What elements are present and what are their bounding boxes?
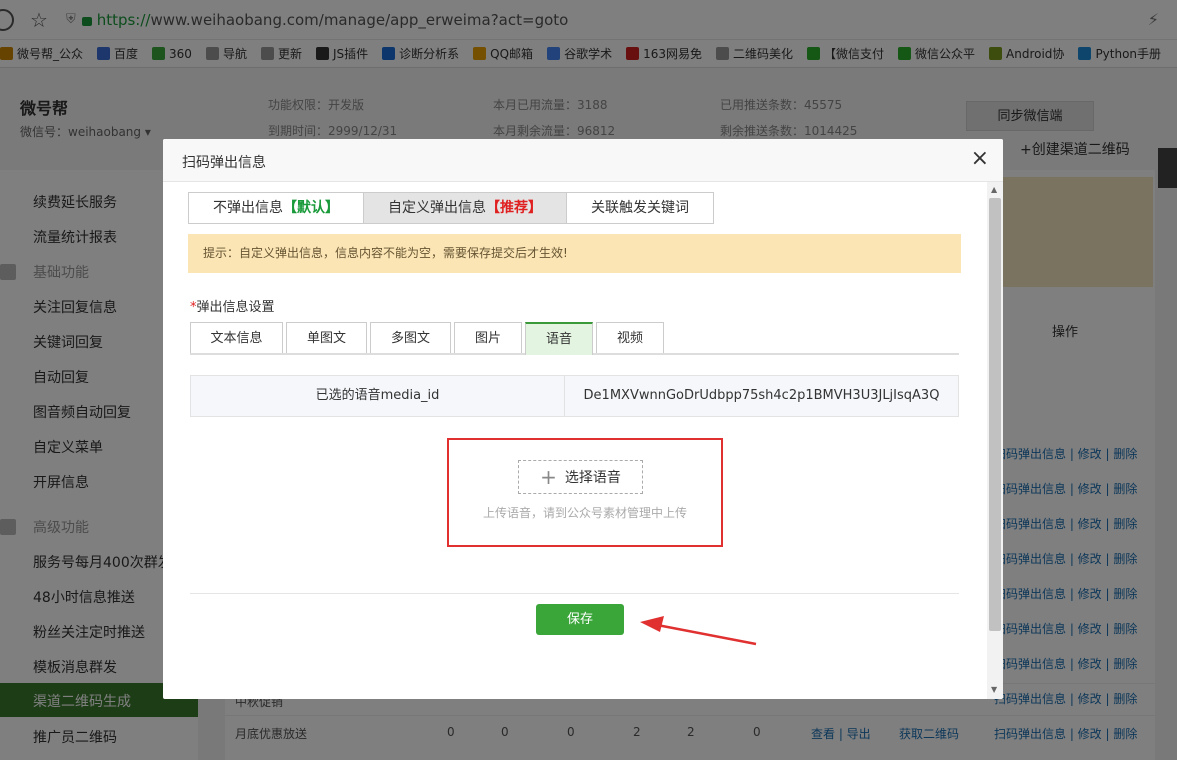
- tab-voice[interactable]: 语音: [525, 322, 593, 355]
- dialog-body: 不弹出信息【默认】 自定义弹出信息【推荐】 关联触发关键词 提示：自定义弹出信息…: [163, 182, 987, 699]
- scroll-down-icon[interactable]: ▼: [991, 685, 997, 694]
- dialog-title: 扫码弹出信息: [182, 155, 266, 171]
- media-id-value: De1MXVwnnGoDrUdbpp75sh4c2p1BMVH3U3JLjIsq…: [583, 388, 940, 403]
- message-type-tabs: 文本信息 单图文 多图文 图片 语音 视频: [190, 322, 959, 355]
- media-id-table: 已选的语音media_id De1MXVwnnGoDrUdbpp75sh4c2p…: [190, 375, 959, 417]
- tab-text[interactable]: 文本信息: [190, 322, 283, 353]
- tip-banner: 提示：自定义弹出信息，信息内容不能为空，需要保存提交后才生效!: [188, 234, 961, 273]
- tab-video[interactable]: 视频: [596, 322, 664, 353]
- tab-no-popup[interactable]: 不弹出信息【默认】: [189, 193, 364, 223]
- tab-multi-article[interactable]: 多图文: [370, 322, 451, 353]
- screen: ☆ ⛨ https://www.weihaobang.com/manage/ap…: [0, 0, 1177, 760]
- tab-linked-keyword[interactable]: 关联触发关键词: [567, 193, 713, 223]
- highlight-box: + 选择语音 上传语音，请到公众号素材管理中上传: [447, 438, 723, 547]
- dialog-scrollbar[interactable]: ▲ ▼: [987, 182, 1003, 699]
- close-icon[interactable]: ×: [971, 148, 989, 170]
- popup-mode-tabs: 不弹出信息【默认】 自定义弹出信息【推荐】 关联触发关键词: [188, 192, 714, 224]
- select-voice-button[interactable]: + 选择语音: [518, 460, 643, 494]
- tab-custom-popup[interactable]: 自定义弹出信息【推荐】: [364, 193, 567, 223]
- scroll-up-icon[interactable]: ▲: [991, 185, 997, 194]
- divider: [190, 593, 959, 594]
- scan-popup-dialog: 扫码弹出信息 × 不弹出信息【默认】 自定义弹出信息【推荐】 关联触发关键词 提…: [163, 139, 1003, 699]
- save-button[interactable]: 保存: [536, 604, 624, 635]
- section-title: *弹出信息设置: [190, 300, 275, 315]
- scroll-thumb[interactable]: [989, 198, 1001, 631]
- dialog-header: 扫码弹出信息 ×: [163, 139, 1003, 182]
- tab-image[interactable]: 图片: [454, 322, 522, 353]
- media-id-label: 已选的语音media_id: [191, 376, 565, 416]
- plus-icon: +: [540, 465, 557, 489]
- upload-hint: 上传语音，请到公众号素材管理中上传: [482, 506, 687, 520]
- tab-single-article[interactable]: 单图文: [286, 322, 367, 353]
